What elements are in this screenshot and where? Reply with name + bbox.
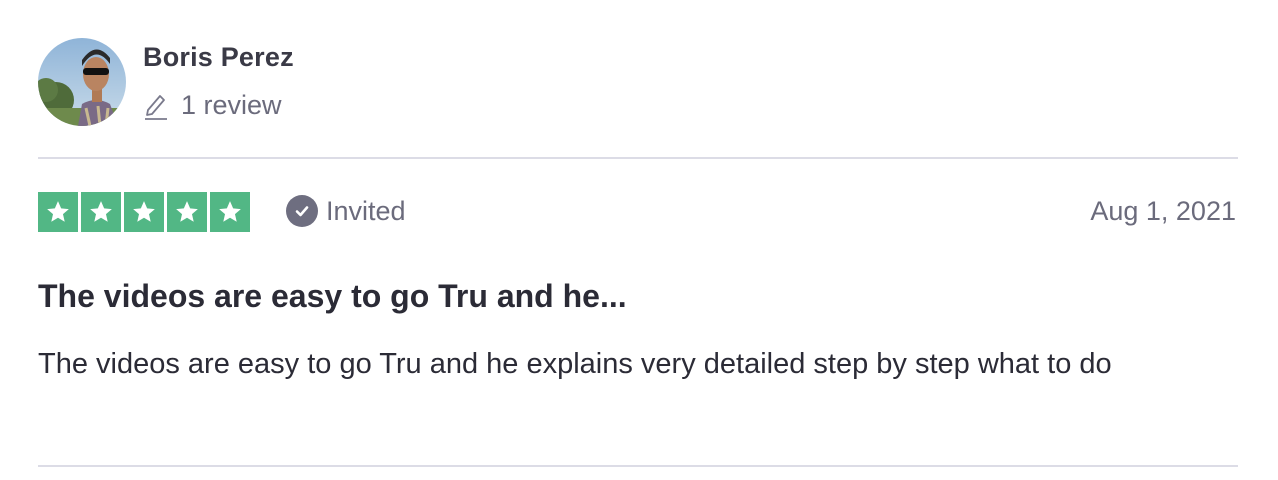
avatar[interactable] [38, 38, 126, 126]
review-count-label: 1 review [181, 90, 282, 120]
invited-badge[interactable]: Invited [286, 195, 406, 227]
review-count: 1 review [143, 90, 282, 121]
invited-label: Invited [326, 195, 406, 226]
star-icon [124, 192, 164, 232]
star-icon [81, 192, 121, 232]
star-icon [210, 192, 250, 232]
check-circle-icon [286, 195, 318, 227]
star-icon [167, 192, 207, 232]
reviewer-name[interactable]: Boris Perez [143, 42, 294, 73]
pen-icon [143, 91, 169, 121]
review-title[interactable]: The videos are easy to go Tru and he... [38, 278, 627, 315]
review-card: Boris Perez 1 review Invited Aug 1, 2021… [38, 0, 1238, 480]
divider [38, 157, 1238, 159]
divider [38, 465, 1238, 467]
star-rating [38, 192, 250, 232]
review-date: Aug 1, 2021 [1090, 196, 1236, 226]
review-body: The videos are easy to go Tru and he exp… [38, 348, 1112, 380]
star-icon [38, 192, 78, 232]
